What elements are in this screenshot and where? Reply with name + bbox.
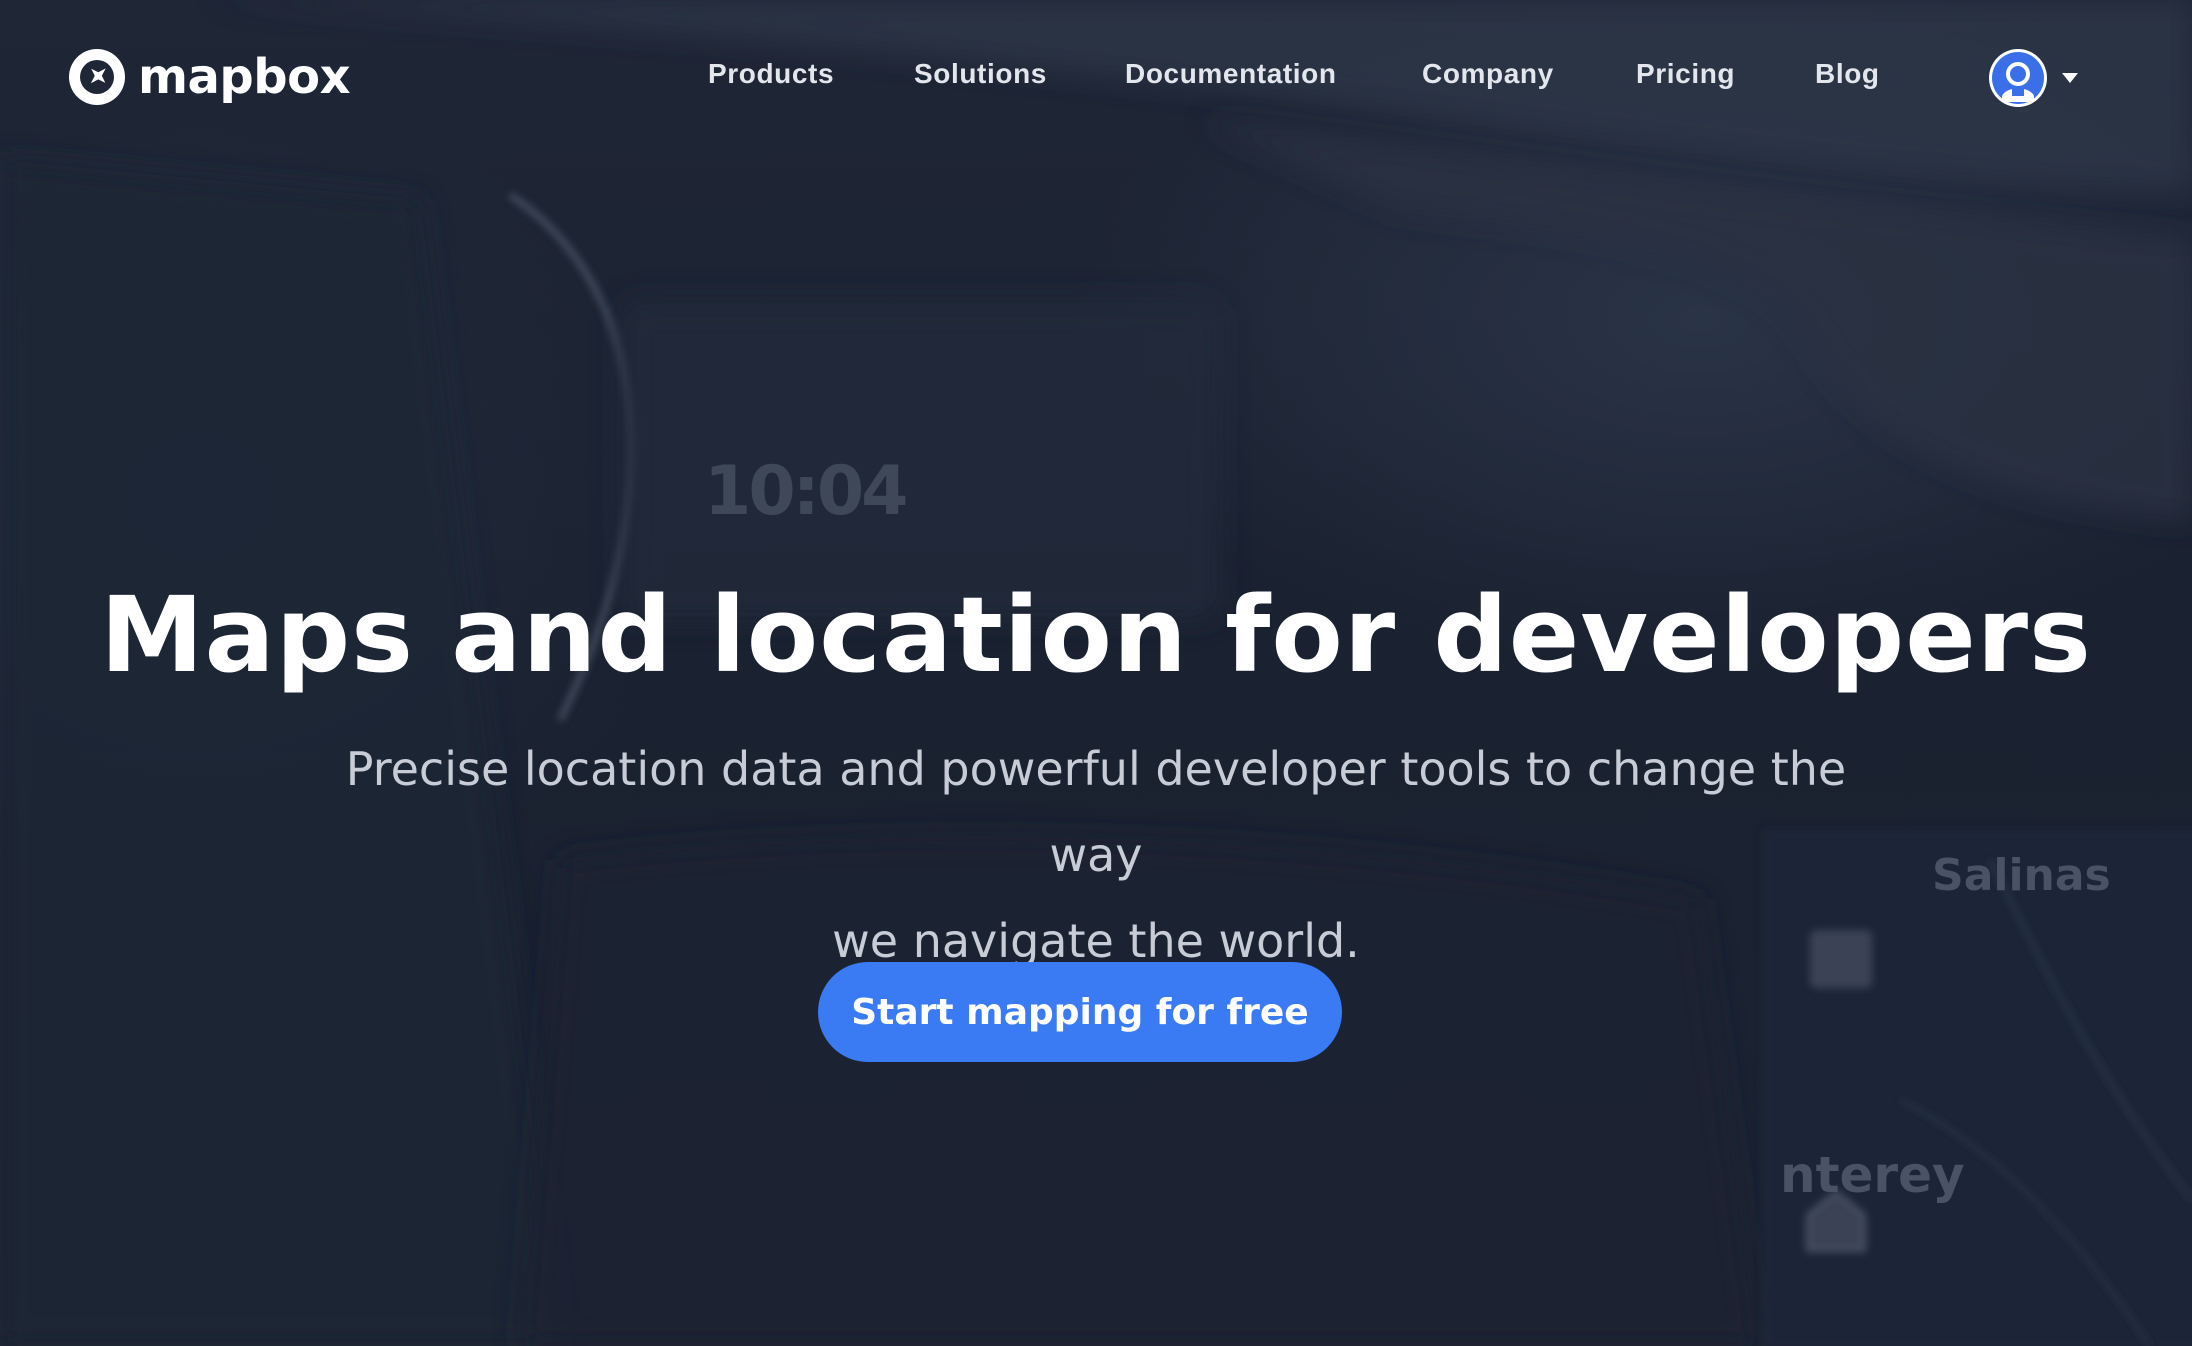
hero-section: Maps and location for developers Precise… (0, 560, 2192, 984)
nav-link-solutions[interactable]: Solutions (914, 58, 1047, 90)
page: 10:04 Salinas nterey mapbox Products Sol… (0, 0, 2192, 1346)
hero-subtitle: Precise location data and powerful devel… (296, 726, 1896, 984)
user-avatar-icon (1989, 49, 2047, 107)
brand-name: mapbox (138, 49, 351, 105)
background-map-label-monterey: nterey (1780, 1146, 1965, 1204)
nav-link-pricing[interactable]: Pricing (1636, 58, 1735, 90)
nav-link-company[interactable]: Company (1422, 58, 1554, 90)
mapbox-logo[interactable]: mapbox (68, 48, 351, 106)
hero-subtitle-line-1: Precise location data and powerful devel… (345, 742, 1847, 882)
nav-link-blog[interactable]: Blog (1815, 58, 1880, 90)
mapbox-logo-icon (69, 49, 125, 105)
caret-down-icon (2062, 73, 2078, 83)
account-menu[interactable] (1988, 48, 2078, 108)
nav-link-products[interactable]: Products (708, 58, 834, 90)
background-clock-text: 10:04 (704, 452, 908, 531)
start-mapping-button[interactable]: Start mapping for free (818, 962, 1342, 1062)
top-navigation: mapbox Products Solutions Documentation … (0, 0, 2192, 156)
hero-title: Maps and location for developers (100, 574, 2092, 696)
hero-subtitle-line-2: we navigate the world. (832, 914, 1360, 968)
nav-link-documentation[interactable]: Documentation (1125, 58, 1337, 90)
